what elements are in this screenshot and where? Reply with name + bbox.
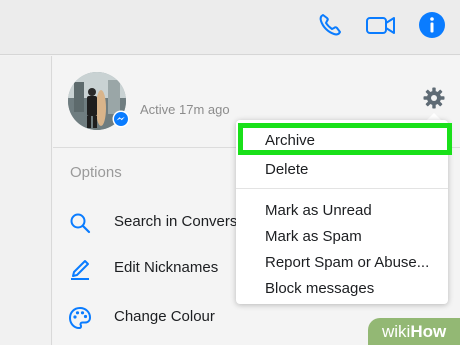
menu-item-label: Block messages [265, 280, 375, 297]
conversation-list-edge [0, 56, 52, 345]
messenger-badge-icon [112, 110, 130, 128]
palette-icon [68, 306, 92, 330]
watermark-how: How [410, 322, 447, 341]
search-icon [68, 211, 92, 235]
watermark-wiki: wiki [382, 322, 411, 341]
conversation-settings-menu: Archive Delete Mark as Unread Mark as Sp… [236, 120, 452, 304]
option-change-colour[interactable]: Change Colour [68, 303, 238, 333]
wikihow-watermark: wikiHow [368, 318, 460, 345]
menu-item-mark-as-unread[interactable]: Mark as Unread [236, 198, 448, 222]
menu-item-label: Report Spam or Abuse... [265, 254, 430, 271]
menu-item-label: Archive [265, 132, 316, 149]
conversation-header [0, 0, 460, 55]
pencil-icon [68, 257, 92, 281]
menu-item-mark-as-spam[interactable]: Mark as Spam [236, 224, 448, 248]
phone-icon[interactable] [315, 10, 345, 40]
menu-item-delete[interactable]: Delete [236, 157, 448, 181]
info-icon[interactable] [417, 10, 447, 40]
active-status: Active 17m ago [140, 102, 230, 117]
option-edit-nicknames[interactable]: Edit Nicknames [68, 254, 238, 284]
option-label: Change Colour [114, 308, 215, 325]
menu-divider [236, 188, 448, 189]
menu-item-label: Delete [265, 161, 309, 178]
menu-item-report-spam-or-abuse[interactable]: Report Spam or Abuse... [236, 250, 448, 274]
option-search-in-conversation[interactable]: Search in Conversation [68, 208, 270, 238]
option-label: Edit Nicknames [114, 259, 219, 276]
menu-item-archive[interactable]: Archive [238, 123, 452, 155]
video-camera-icon[interactable] [365, 10, 395, 40]
menu-item-label: Mark as Spam [265, 228, 362, 245]
menu-item-label: Mark as Unread [265, 202, 372, 219]
options-heading: Options [70, 164, 122, 181]
watermark-text: wikiHow [382, 322, 446, 342]
menu-item-block-messages[interactable]: Block messages [236, 276, 448, 300]
gear-icon[interactable] [422, 86, 446, 110]
